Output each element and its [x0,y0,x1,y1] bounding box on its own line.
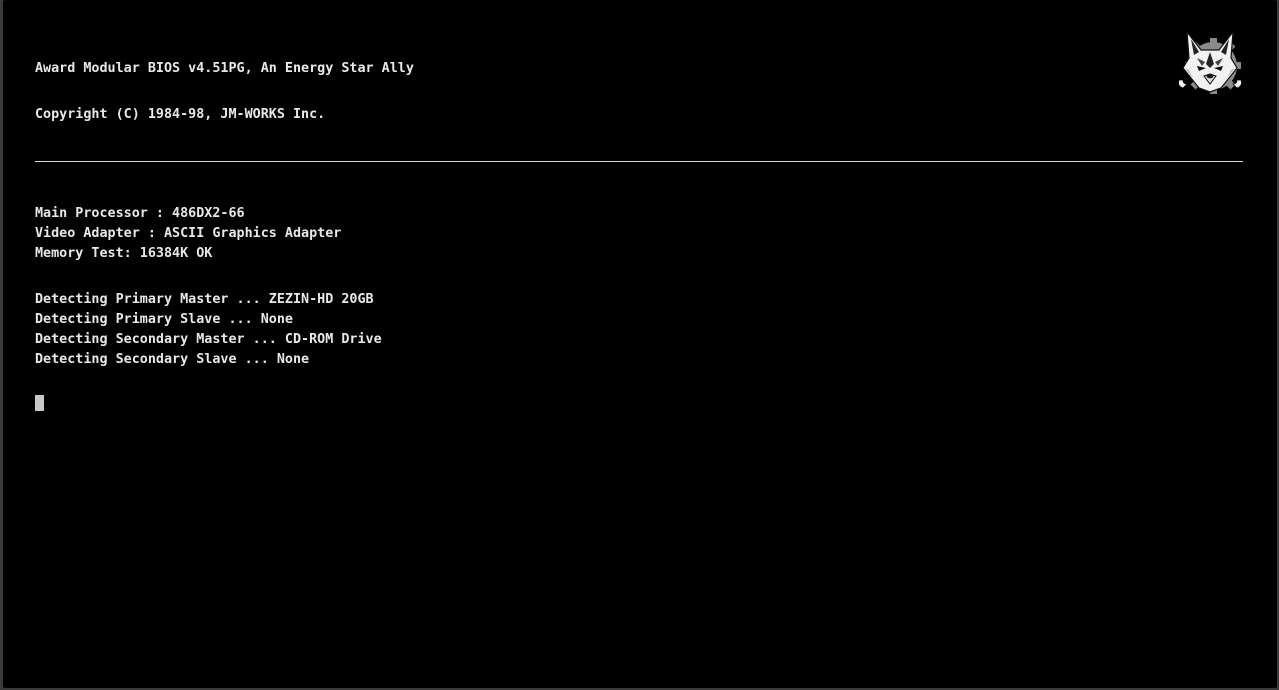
bios-title-line: Award Modular BIOS v4.51PG, An Energy St… [35,61,414,76]
bios-terminal-output: Award Modular BIOS v4.51PG, An Energy St… [35,0,1243,367]
fox-gear-logo-icon [1175,28,1245,98]
memory-test-line: Memory Test: 16384K OK [35,246,213,261]
primary-slave-line: Detecting Primary Slave ... None [35,312,293,327]
text-cursor [35,395,44,411]
video-adapter-line: Video Adapter : ASCII Graphics Adapter [35,226,342,241]
primary-master-line: Detecting Primary Master ... ZEZIN-HD 20… [35,292,374,307]
secondary-master-line: Detecting Secondary Master ... CD-ROM Dr… [35,332,382,347]
secondary-slave-line: Detecting Secondary Slave ... None [35,352,310,367]
bios-screen: Award Modular BIOS v4.51PG, An Energy St… [3,0,1277,688]
header-divider [35,161,1243,162]
copyright-line: Copyright (C) 1984-98, JM-WORKS Inc. [35,107,326,122]
processor-info-line: Main Processor : 486DX2-66 [35,206,245,221]
